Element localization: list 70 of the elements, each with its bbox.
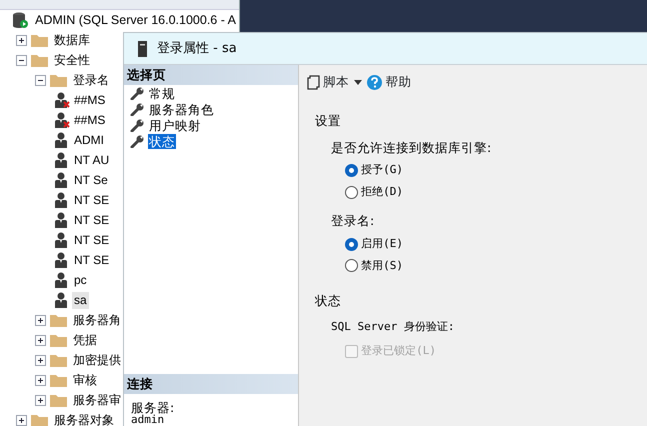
radio-button[interactable] [345,164,358,177]
tree-item[interactable]: 服务器审 [71,392,123,408]
server-icon [138,40,147,56]
radio-label: 禁用(S) [361,258,403,274]
script-button[interactable]: 脚本 [307,73,350,92]
radio-button[interactable] [345,186,358,198]
tree-item[interactable]: NT SE [72,252,112,268]
expand-icon[interactable] [35,394,46,406]
page-item[interactable]: 服务器角色 [148,102,215,116]
section-header: 选择页 [124,65,298,85]
radio-label: 启用(E) [361,236,403,252]
folder-icon [31,54,48,66]
dialog-title: 登录属性 - sa [157,40,237,58]
radio-button[interactable] [345,259,358,272]
server-label: 服务器: [131,402,176,414]
wrench-icon [130,118,144,132]
wrench-icon [130,134,144,148]
page-item[interactable]: 状态 [148,134,176,148]
expand-icon[interactable] [35,354,46,366]
tree-item[interactable]: 服务器对象 [52,412,116,426]
page-item[interactable]: 用户映射 [148,118,202,132]
section-heading: 状态 [314,292,342,310]
server-name: admin [131,414,164,426]
tree-item[interactable]: NT SE [72,192,112,208]
folder-icon [50,354,67,366]
folder-icon [50,374,67,386]
radio-label: 拒绝(D) [361,184,403,200]
wrench-icon [130,102,144,116]
tree-item[interactable]: 加密提供 [71,352,123,368]
folder-icon [50,74,67,86]
tree-item[interactable]: NT Se [72,172,110,188]
section-heading: 设置 [314,112,342,130]
tree-item[interactable]: NT AU [72,152,112,168]
tree-item[interactable]: ADMIN (SQL Server 16.0.1000.6 - A [33,12,238,28]
folder-icon [31,34,48,46]
tree-item[interactable]: NT SE [72,212,112,228]
tree-item[interactable]: 审核 [71,372,99,388]
group-label: SQL Server 身份验证: [330,318,456,335]
collapse-icon[interactable] [35,74,46,86]
tree-item[interactable]: sa [72,292,89,308]
tree-item[interactable]: 安全性 [52,52,92,68]
expand-icon[interactable] [16,34,27,46]
tree-item[interactable]: pc [72,272,89,288]
folder-icon [50,334,67,346]
expand-icon[interactable] [16,414,27,426]
tree-item[interactable]: 凭据 [71,332,99,348]
radio-button[interactable] [345,238,358,251]
script-icon [307,74,320,90]
section-header: 连接 [124,374,298,394]
wrench-icon [130,86,144,100]
folder-icon [50,394,67,406]
group-label: 登录名: [330,212,376,230]
group-label: 是否允许连接到数据库引擎: [330,138,492,156]
expand-icon[interactable] [35,374,46,386]
page-item[interactable]: 常规 [148,86,176,100]
help-button[interactable]: 帮助 [367,73,412,92]
radio-label: 授予(G) [361,162,403,178]
tree-item[interactable]: 登录名 [71,72,111,88]
expand-icon[interactable] [35,334,46,346]
database-server-icon [12,12,28,28]
tree-item[interactable]: 数据库 [52,32,92,48]
tree-item[interactable]: ADMI [72,132,106,148]
expand-icon[interactable] [35,314,46,326]
folder-icon [31,414,48,426]
help-icon [367,74,382,90]
tree-item[interactable]: NT SE [72,232,112,248]
checkbox-label: 登录已锁定(L) [361,343,436,360]
folder-icon [50,314,67,326]
collapse-icon[interactable] [16,54,27,66]
tree-item[interactable]: 服务器角 [71,312,123,328]
